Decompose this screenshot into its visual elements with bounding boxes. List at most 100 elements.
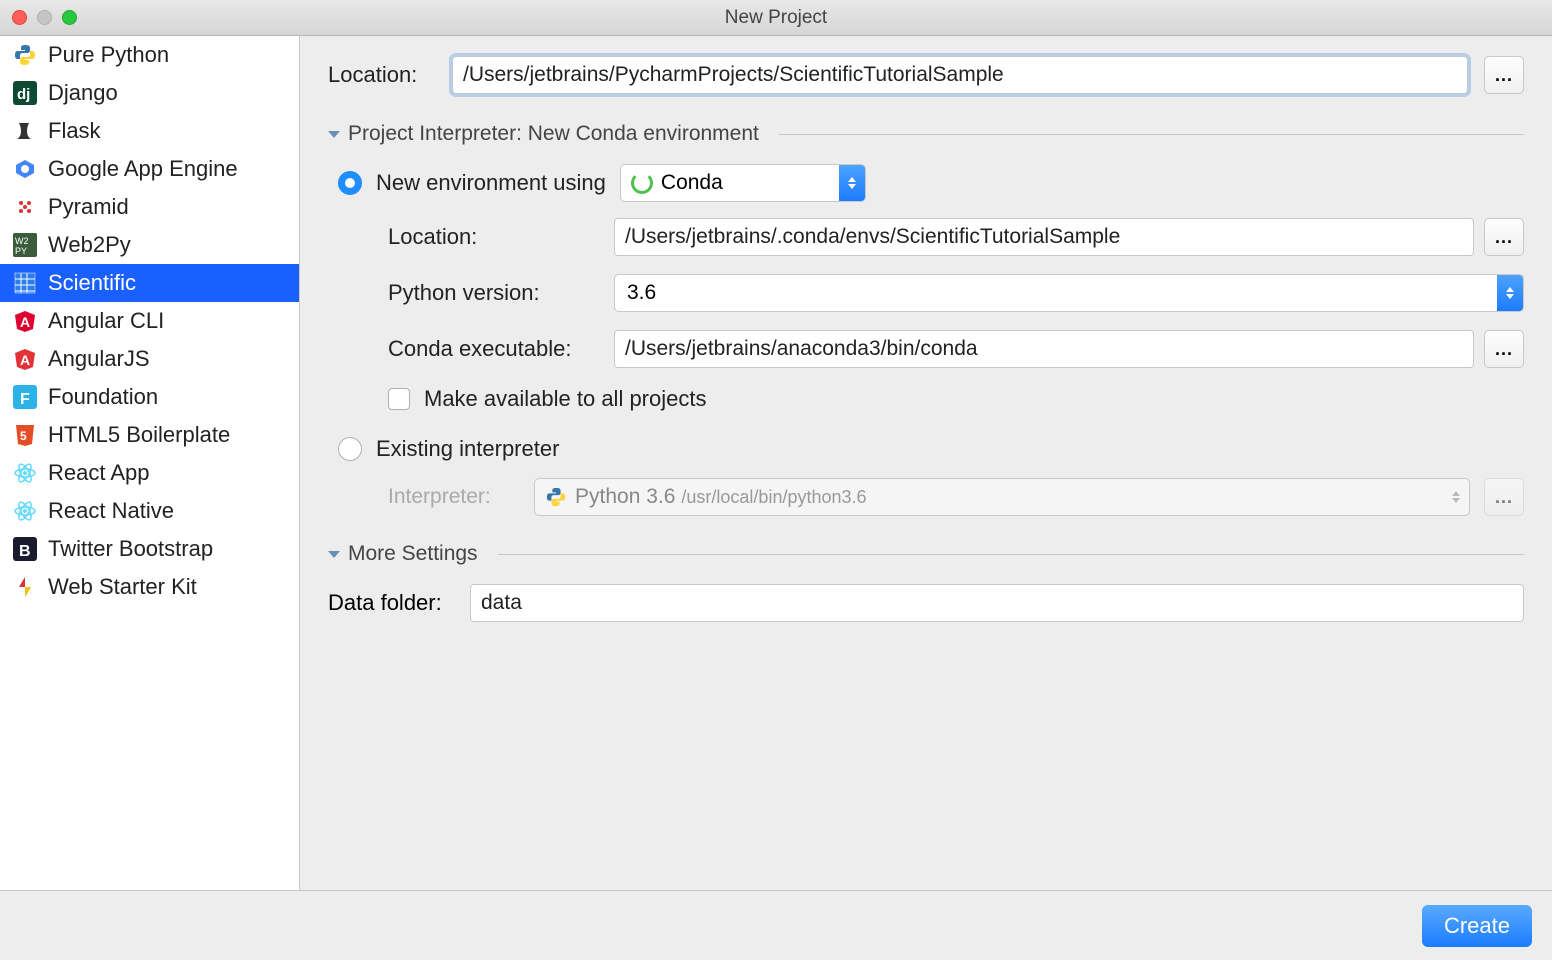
interpreter-section-label: Project Interpreter: New Conda environme… — [348, 122, 759, 146]
interpreter-label: Interpreter: — [388, 485, 520, 509]
flask-icon — [12, 118, 38, 144]
disclosure-triangle-icon — [328, 551, 340, 558]
svg-text:W2: W2 — [15, 236, 29, 246]
sidebar-item-bootstrap[interactable]: B Twitter Bootstrap — [0, 530, 299, 568]
svg-text:PY: PY — [15, 246, 27, 256]
close-window-button[interactable] — [12, 10, 27, 25]
interpreter-name: Python 3.6 — [575, 485, 675, 509]
sidebar-item-label: React Native — [48, 498, 174, 524]
conda-exec-browse-button[interactable]: ... — [1484, 330, 1524, 368]
window: New Project Pure Python dj Django Flask … — [0, 0, 1552, 960]
sidebar-item-scientific[interactable]: Scientific — [0, 264, 299, 302]
env-location-input[interactable] — [614, 218, 1474, 256]
conda-exec-row: Conda executable: ... — [388, 330, 1524, 368]
scientific-icon — [12, 270, 38, 296]
sidebar-item-label: Foundation — [48, 384, 158, 410]
sidebar-item-label: Pyramid — [48, 194, 129, 220]
sidebar-item-webstarter[interactable]: Web Starter Kit — [0, 568, 299, 606]
sidebar-item-django[interactable]: dj Django — [0, 74, 299, 112]
python-version-dropdown[interactable]: 3.6 — [614, 274, 1524, 312]
sidebar-item-label: Django — [48, 80, 118, 106]
interpreter-path: /usr/local/bin/python3.6 — [681, 487, 866, 508]
sidebar-item-label: Google App Engine — [48, 156, 238, 182]
location-input[interactable] — [452, 56, 1468, 94]
sidebar-item-web2py[interactable]: W2PY Web2Py — [0, 226, 299, 264]
sidebar-item-label: Twitter Bootstrap — [48, 536, 213, 562]
sidebar-item-gae[interactable]: Google App Engine — [0, 150, 299, 188]
traffic-lights — [12, 10, 77, 25]
data-folder-row: Data folder: — [328, 584, 1524, 622]
existing-radio-row: Existing interpreter — [338, 436, 1524, 462]
sidebar-item-angularjs[interactable]: A AngularJS — [0, 340, 299, 378]
svg-text:F: F — [20, 391, 30, 408]
interpreter-radio-group: New environment using Conda Location: ..… — [338, 164, 1524, 516]
env-location-label: Location: — [388, 224, 614, 250]
env-location-browse-button[interactable]: ... — [1484, 218, 1524, 256]
sidebar-item-label: HTML5 Boilerplate — [48, 422, 230, 448]
more-settings-label: More Settings — [348, 542, 478, 566]
sidebar-item-pure-python[interactable]: Pure Python — [0, 36, 299, 74]
interpreter-row: Interpreter: Python 3.6 /usr/local/bin/p… — [388, 478, 1524, 516]
env-type-dropdown[interactable]: Conda — [620, 164, 866, 202]
env-location-row: Location: ... — [388, 218, 1524, 256]
sidebar-item-label: Scientific — [48, 270, 136, 296]
sidebar-item-label: Pure Python — [48, 42, 169, 68]
django-icon: dj — [12, 80, 38, 106]
webstarter-icon — [12, 574, 38, 600]
data-folder-input[interactable] — [470, 584, 1524, 622]
dropdown-arrow-icon — [1443, 479, 1469, 515]
angularjs-icon: A — [12, 346, 38, 372]
window-title: New Project — [12, 7, 1540, 29]
pyramid-icon — [12, 194, 38, 220]
python-icon — [12, 42, 38, 68]
interpreter-value: Python 3.6 /usr/local/bin/python3.6 — [575, 485, 1435, 509]
body: Pure Python dj Django Flask Google App E… — [0, 36, 1552, 890]
svg-text:A: A — [20, 352, 30, 368]
angular-icon: A — [12, 308, 38, 334]
minimize-window-button[interactable] — [37, 10, 52, 25]
sidebar-item-angular-cli[interactable]: A Angular CLI — [0, 302, 299, 340]
new-env-radio[interactable] — [338, 171, 362, 195]
more-settings-header[interactable]: More Settings — [328, 542, 1524, 566]
make-available-checkbox[interactable] — [388, 388, 410, 410]
foundation-icon: F — [12, 384, 38, 410]
existing-label: Existing interpreter — [376, 436, 559, 462]
conda-exec-input[interactable] — [614, 330, 1474, 368]
existing-radio[interactable] — [338, 437, 362, 461]
sidebar-item-react-app[interactable]: React App — [0, 454, 299, 492]
maximize-window-button[interactable] — [62, 10, 77, 25]
sidebar: Pure Python dj Django Flask Google App E… — [0, 36, 300, 890]
sidebar-item-label: Flask — [48, 118, 101, 144]
gae-icon — [12, 156, 38, 182]
location-label: Location: — [328, 62, 436, 88]
react-icon — [12, 460, 38, 486]
python-version-row: Python version: 3.6 — [388, 274, 1524, 312]
conda-exec-label: Conda executable: — [388, 336, 614, 362]
sidebar-item-label: Angular CLI — [48, 308, 164, 334]
sidebar-item-pyramid[interactable]: Pyramid — [0, 188, 299, 226]
svg-text:B: B — [19, 543, 31, 560]
conda-icon — [631, 172, 653, 194]
svg-text:A: A — [20, 314, 30, 330]
footer: Create — [0, 890, 1552, 960]
sidebar-item-flask[interactable]: Flask — [0, 112, 299, 150]
new-env-radio-row: New environment using Conda — [338, 164, 1524, 202]
sidebar-item-label: Web Starter Kit — [48, 574, 197, 600]
svg-text:dj: dj — [17, 86, 30, 103]
sidebar-item-html5[interactable]: 5 HTML5 Boilerplate — [0, 416, 299, 454]
interpreter-dropdown: Python 3.6 /usr/local/bin/python3.6 — [534, 478, 1470, 516]
make-available-row: Make available to all projects — [388, 386, 1524, 412]
sidebar-item-label: Web2Py — [48, 232, 131, 258]
make-available-label: Make available to all projects — [424, 386, 706, 412]
create-button[interactable]: Create — [1422, 905, 1532, 947]
location-browse-button[interactable]: ... — [1484, 56, 1524, 94]
html5-icon: 5 — [12, 422, 38, 448]
env-type-value: Conda — [661, 171, 831, 195]
sidebar-item-label: AngularJS — [48, 346, 150, 372]
interpreter-section-header[interactable]: Project Interpreter: New Conda environme… — [328, 122, 1524, 146]
sidebar-item-foundation[interactable]: F Foundation — [0, 378, 299, 416]
sidebar-item-react-native[interactable]: React Native — [0, 492, 299, 530]
web2py-icon: W2PY — [12, 232, 38, 258]
interpreter-browse-button: ... — [1484, 478, 1524, 516]
data-folder-label: Data folder: — [328, 590, 456, 616]
